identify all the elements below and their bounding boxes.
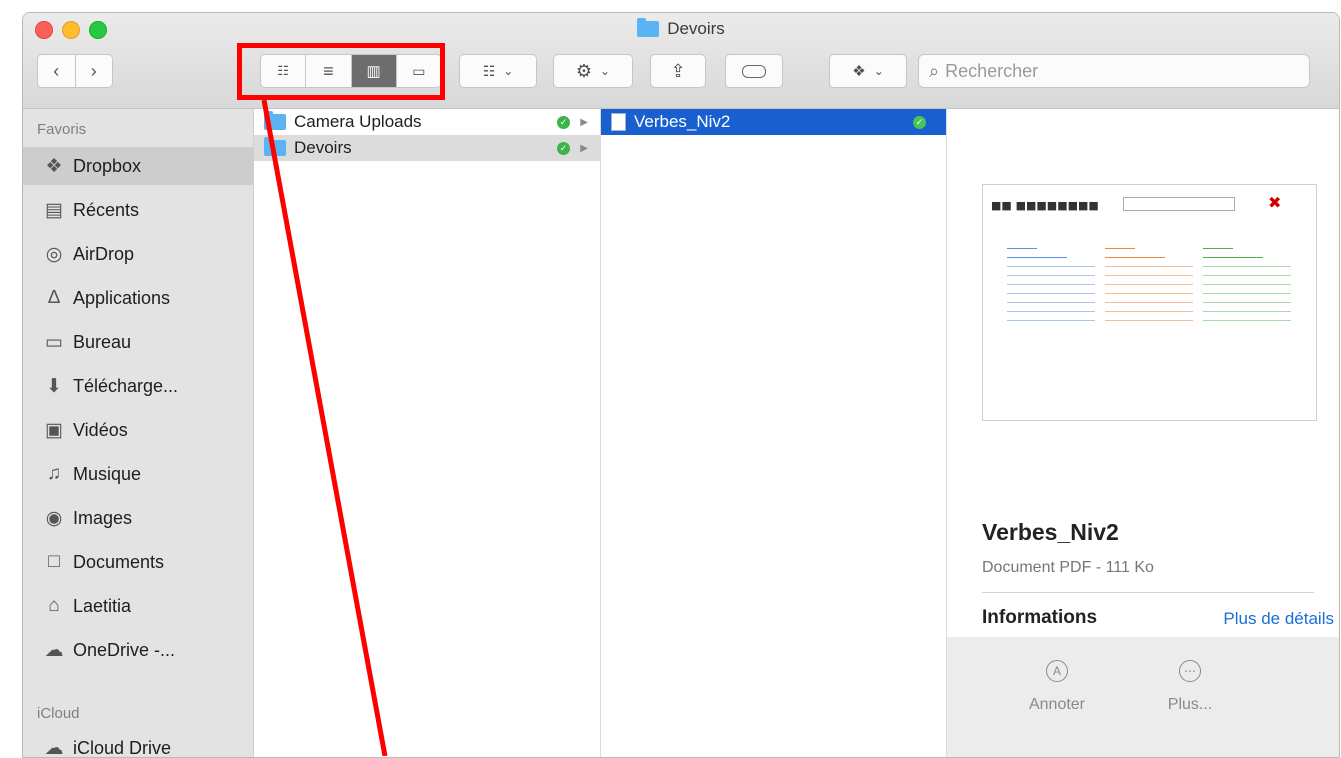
annotation-pointer-line [0,0,1341,756]
annotation-line [264,100,385,756]
